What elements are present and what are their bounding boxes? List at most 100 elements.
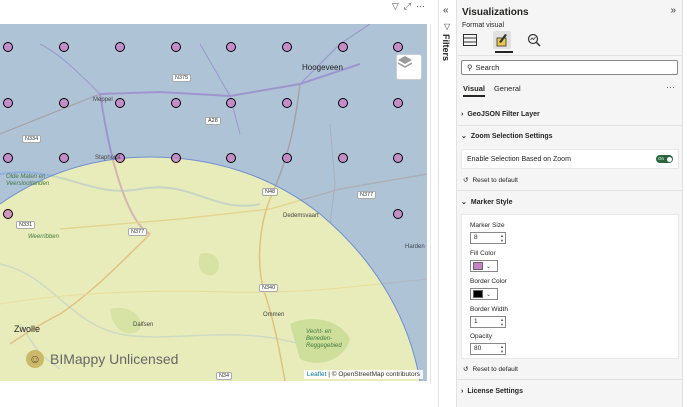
active-tab-indicator bbox=[495, 51, 513, 53]
label-dalfsen: Dalfsen bbox=[133, 322, 154, 328]
toggle-state-text: On bbox=[658, 156, 665, 161]
filters-pane-collapsed[interactable]: « ▽ Filters bbox=[438, 0, 456, 407]
map-marker[interactable] bbox=[3, 98, 13, 108]
search-input[interactable]: ⚲ Search bbox=[461, 60, 678, 75]
focus-mode-icon[interactable]: ⤢ bbox=[404, 1, 411, 12]
map-marker[interactable] bbox=[338, 153, 348, 163]
opacity-value: 80 bbox=[474, 345, 482, 352]
expand-filters-icon[interactable]: « bbox=[443, 5, 449, 16]
filter-icon[interactable]: ▽ bbox=[392, 1, 399, 12]
stepper-icon[interactable]: ▲ ▼ bbox=[500, 317, 504, 327]
map-canvas[interactable]: Hoogeveen Meppel Staphorst Dedemsvaart Z… bbox=[0, 24, 427, 381]
tab-analytics[interactable] bbox=[525, 31, 543, 49]
osm-attribution[interactable]: | © OpenStreetMap contributors bbox=[326, 371, 420, 378]
collapse-pane-icon[interactable]: » bbox=[670, 5, 676, 16]
label-weerribben: Weerribben bbox=[28, 234, 59, 240]
map-marker[interactable] bbox=[393, 98, 403, 108]
fill-color-picker[interactable]: ⌄ bbox=[470, 260, 498, 272]
reset-marker-button[interactable]: ↺ Reset to default bbox=[463, 365, 518, 374]
road-shield-n377: N377 bbox=[128, 228, 148, 236]
section-marker-style[interactable]: ⌄ Marker Style bbox=[461, 194, 679, 210]
tab-general[interactable]: General bbox=[494, 84, 521, 97]
map-marker[interactable] bbox=[171, 153, 181, 163]
divider bbox=[457, 55, 683, 56]
tab-visual[interactable]: Visual bbox=[463, 84, 485, 97]
map-marker[interactable] bbox=[226, 42, 236, 52]
watermark-text: BIMappy Unlicensed bbox=[50, 351, 179, 367]
opacity-input[interactable]: 80 ▲ ▼ bbox=[470, 343, 506, 355]
chevron-down-icon: ⌄ bbox=[461, 133, 467, 140]
search-icon: ⚲ bbox=[467, 63, 473, 72]
map-marker[interactable] bbox=[171, 42, 181, 52]
road-shield-n377: N377 bbox=[357, 191, 377, 199]
map-marker[interactable] bbox=[338, 98, 348, 108]
map-marker[interactable] bbox=[393, 42, 403, 52]
border-width-input[interactable]: 1 ▲ ▼ bbox=[470, 316, 506, 328]
zoom-settings-card: Enable Selection Based on Zoom On bbox=[461, 149, 679, 169]
pane-subtitle: Format visual bbox=[462, 22, 505, 29]
map-marker[interactable] bbox=[59, 42, 69, 52]
reset-label: Reset to default bbox=[472, 176, 518, 184]
map-marker[interactable] bbox=[59, 98, 69, 108]
road-shield-a28: A28 bbox=[205, 117, 221, 125]
marker-style-card: Marker Size 8 ▲ ▼ Fill Color ⌄ Border Col… bbox=[461, 214, 679, 359]
more-options-icon[interactable]: ··· bbox=[666, 82, 675, 92]
map-marker[interactable] bbox=[282, 42, 292, 52]
map-marker[interactable] bbox=[393, 209, 403, 219]
border-color-picker[interactable]: ⌄ bbox=[470, 288, 498, 300]
map-marker[interactable] bbox=[115, 98, 125, 108]
layers-control-button[interactable] bbox=[396, 54, 422, 80]
tab-format-visual[interactable] bbox=[493, 31, 511, 49]
label-meppel: Meppel bbox=[93, 97, 113, 103]
tab-build-visual[interactable] bbox=[461, 31, 479, 49]
map-marker[interactable] bbox=[282, 98, 292, 108]
layers-icon bbox=[397, 56, 413, 68]
section-geojson[interactable]: › GeoJSON Filter Layer bbox=[461, 106, 679, 122]
map-marker[interactable] bbox=[115, 42, 125, 52]
border-color-label: Border Color bbox=[470, 278, 507, 285]
road-shield-n48: N48 bbox=[262, 188, 279, 196]
stepper-icon[interactable]: ▲ ▼ bbox=[500, 344, 504, 354]
map-marker[interactable] bbox=[338, 42, 348, 52]
section-license-settings[interactable]: › License Settings bbox=[461, 383, 679, 399]
map-marker[interactable] bbox=[226, 153, 236, 163]
zoom-toggle-label: Enable Selection Based on Zoom bbox=[467, 155, 571, 163]
label-olde-maten: Olde Maten en Veerslootlanden bbox=[6, 174, 50, 187]
section-title: License Settings bbox=[467, 387, 523, 395]
license-watermark: ☺ BIMappy Unlicensed bbox=[26, 350, 178, 368]
analytics-magnifier-icon bbox=[527, 33, 541, 47]
reset-icon: ↺ bbox=[463, 177, 469, 184]
section-title: Marker Style bbox=[470, 198, 513, 206]
label-hoogeveen: Hoogeveen bbox=[302, 63, 343, 72]
road-shield-n34: N34 bbox=[216, 372, 233, 380]
stepper-icon[interactable]: ▲ ▼ bbox=[500, 233, 504, 243]
map-marker[interactable] bbox=[3, 42, 13, 52]
map-marker[interactable] bbox=[282, 153, 292, 163]
map-marker[interactable] bbox=[3, 153, 13, 163]
map-layers bbox=[0, 24, 427, 381]
map-marker[interactable] bbox=[59, 153, 69, 163]
map-marker[interactable] bbox=[3, 209, 13, 219]
map-attribution: Leaflet | © OpenStreetMap contributors bbox=[303, 370, 423, 379]
chevron-right-icon: › bbox=[461, 387, 464, 395]
section-title: Zoom Selection Settings bbox=[470, 132, 553, 140]
road-shield-n375: N375 bbox=[172, 74, 192, 82]
map-marker[interactable] bbox=[226, 98, 236, 108]
visualizations-pane: Visualizations » Format visual ⚲ Search … bbox=[456, 0, 683, 407]
filters-label[interactable]: Filters bbox=[441, 34, 451, 61]
leaflet-link[interactable]: Leaflet bbox=[307, 371, 327, 378]
filter-icon: ▽ bbox=[444, 22, 451, 31]
reset-zoom-button[interactable]: ↺ Reset to default bbox=[463, 176, 518, 185]
map-marker[interactable] bbox=[171, 98, 181, 108]
border-color-swatch bbox=[473, 290, 483, 298]
divider bbox=[457, 190, 683, 191]
map-marker[interactable] bbox=[393, 153, 403, 163]
more-options-icon[interactable]: ··· bbox=[416, 1, 425, 12]
marker-size-input[interactable]: 8 ▲ ▼ bbox=[470, 232, 506, 244]
chevron-down-icon: ⌄ bbox=[486, 263, 492, 270]
label-vecht: Vecht- en Beneden- Reggegebied bbox=[306, 329, 342, 349]
pane-title: Visualizations bbox=[462, 7, 529, 18]
zoom-toggle-row: Enable Selection Based on Zoom On bbox=[462, 150, 678, 168]
section-zoom-selection[interactable]: ⌄ Zoom Selection Settings bbox=[461, 128, 679, 144]
zoom-toggle-switch[interactable]: On bbox=[656, 155, 673, 163]
